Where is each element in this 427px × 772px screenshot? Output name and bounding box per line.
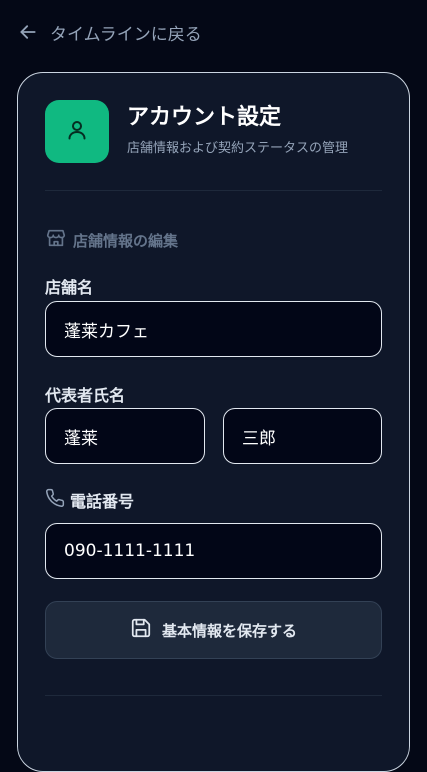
save-basic-info-button[interactable]: 基本情報を保存する	[45, 601, 382, 659]
store-name-label: 店舗名	[45, 278, 94, 297]
back-to-timeline-link[interactable]: タイムラインに戻る	[18, 19, 202, 45]
store-name-input[interactable]: 蓬莱カフェ	[45, 301, 382, 357]
phone-input[interactable]: 090-1111-1111	[45, 523, 382, 579]
phone-label-text: 電話番号	[70, 492, 135, 511]
store-icon	[45, 227, 67, 253]
header-divider	[45, 190, 382, 191]
avatar	[45, 100, 109, 163]
account-settings-card: アカウント設定 店舗情報および契約ステータスの管理 店舗情報の編集 店舗名 蓬莱…	[17, 72, 410, 772]
section-heading: 店舗情報の編集	[45, 227, 178, 253]
card-header: アカウント設定 店舗情報および契約ステータスの管理	[45, 100, 348, 163]
last-name-input[interactable]: 蓬莱	[45, 408, 205, 464]
first-name-input[interactable]: 三郎	[223, 408, 382, 464]
footer-divider	[45, 695, 382, 696]
phone-icon	[45, 488, 65, 512]
arrow-left-icon	[18, 22, 38, 42]
representative-name-label: 代表者氏名	[45, 386, 126, 405]
back-link-label: タイムラインに戻る	[50, 24, 202, 45]
page-subtitle: 店舗情報および契約ステータスの管理	[127, 140, 349, 156]
user-icon	[65, 118, 89, 146]
save-icon	[130, 617, 152, 643]
save-button-label: 基本情報を保存する	[161, 621, 297, 640]
header-text: アカウント設定 店舗情報および契約ステータスの管理	[127, 105, 349, 156]
page-title: アカウント設定	[127, 104, 282, 130]
section-heading-label: 店舗情報の編集	[73, 231, 179, 250]
phone-label: 電話番号	[45, 488, 134, 512]
